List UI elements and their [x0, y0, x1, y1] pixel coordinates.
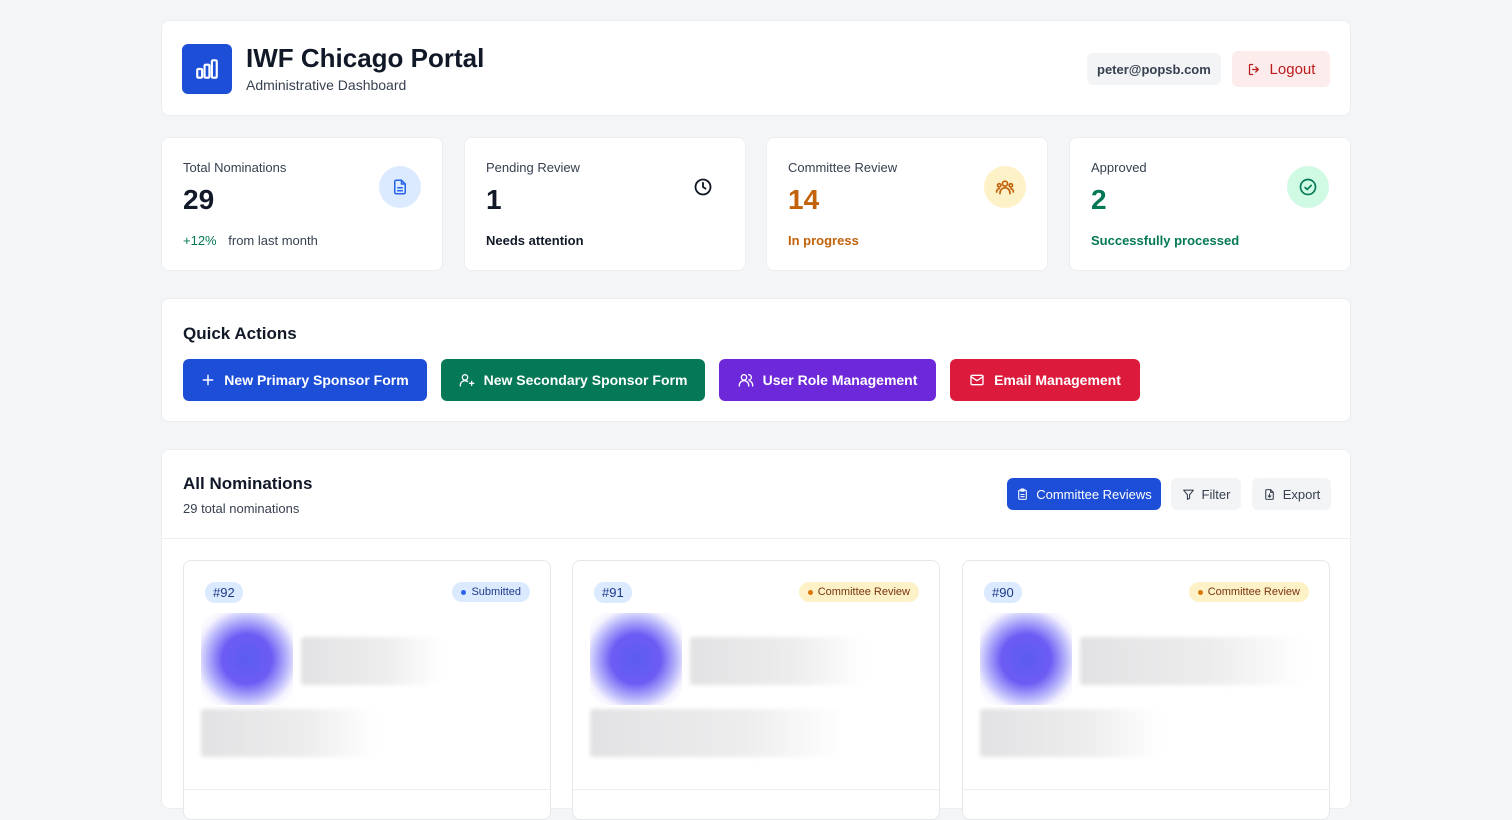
- stat-delta: +12%: [183, 233, 217, 248]
- stat-foot: Needs attention: [486, 233, 584, 248]
- avatar: [980, 613, 1072, 705]
- quick-actions-card: Quick Actions New Primary Sponsor Form N…: [161, 298, 1351, 422]
- divider: [573, 789, 939, 790]
- logout-button[interactable]: Logout: [1232, 51, 1330, 87]
- redacted-name: [1080, 637, 1305, 685]
- button-label: Email Management: [994, 372, 1121, 388]
- document-icon: [379, 166, 421, 208]
- status-label: Committee Review: [1207, 586, 1300, 598]
- stat-value: 14: [788, 184, 820, 215]
- app-subtitle: Administrative Dashboard: [246, 77, 407, 93]
- stat-foot: +12% from last month: [183, 233, 318, 248]
- users-group-icon: [984, 166, 1026, 208]
- button-label: New Primary Sponsor Form: [224, 372, 409, 388]
- committee-reviews-button[interactable]: Committee Reviews: [1007, 478, 1161, 510]
- redacted-details: [980, 709, 1160, 757]
- export-button[interactable]: Export: [1252, 478, 1331, 510]
- filter-icon: [1182, 489, 1194, 500]
- bar-chart-icon: [196, 59, 218, 79]
- logout-icon: [1248, 63, 1259, 75]
- status-dot: [1197, 589, 1203, 595]
- quick-actions-title: Quick Actions: [183, 324, 297, 343]
- status-label: Committee Review: [817, 586, 910, 598]
- button-label: New Secondary Sponsor Form: [483, 372, 688, 388]
- clock-icon: [682, 166, 724, 208]
- committee-reviews-label: Committee Reviews: [1036, 486, 1152, 502]
- nomination-card[interactable]: #92 Submitted: [183, 560, 551, 820]
- redacted-name: [690, 637, 865, 685]
- check-circle-icon: [1287, 166, 1329, 208]
- nominations-card: All Nominations 29 total nominations Com…: [161, 449, 1351, 820]
- logout-label: Logout: [1269, 60, 1316, 78]
- nominations-title: All Nominations: [183, 474, 313, 493]
- status-dot: [807, 589, 813, 595]
- filter-label: Filter: [1201, 486, 1231, 502]
- nomination-card[interactable]: #91 Committee Review: [572, 560, 940, 820]
- stat-value: 2: [1091, 184, 1107, 215]
- nomination-id: #90: [984, 582, 1022, 603]
- stat-card-total: Total Nominations 29 +12% from last mont…: [161, 137, 443, 271]
- stat-value: 29: [183, 184, 215, 215]
- header-card: IWF Chicago Portal Administrative Dashbo…: [161, 20, 1351, 116]
- user-email: peter@popsb.com: [1087, 53, 1221, 85]
- logo: [182, 44, 232, 94]
- stat-foot: Successfully processed: [1091, 233, 1240, 248]
- redacted-details: [201, 709, 376, 757]
- new-secondary-sponsor-form-button[interactable]: New Secondary Sponsor Form: [441, 359, 705, 401]
- status-badge: Committee Review: [1188, 582, 1309, 602]
- export-label: Export: [1282, 486, 1321, 502]
- user-plus-icon: [459, 374, 474, 387]
- avatar: [201, 613, 293, 705]
- button-label: User Role Management: [762, 372, 918, 388]
- email-management-button[interactable]: Email Management: [950, 359, 1140, 401]
- users-icon: [738, 374, 753, 387]
- stat-value: 1: [486, 184, 502, 215]
- redacted-details: [590, 709, 845, 757]
- redacted-name: [301, 637, 441, 685]
- stat-label: Approved: [1091, 160, 1147, 175]
- clipboard-icon: [1018, 488, 1028, 500]
- status-label: Submitted: [471, 586, 521, 598]
- status-badge: Submitted: [452, 582, 530, 602]
- divider: [963, 789, 1329, 790]
- avatar: [590, 613, 682, 705]
- nomination-card[interactable]: #90 Committee Review: [962, 560, 1330, 820]
- stat-card-pending: Pending Review 1 Needs attention: [464, 137, 746, 271]
- divider: [184, 789, 550, 790]
- divider: [162, 538, 1350, 539]
- mail-icon: [970, 374, 984, 386]
- filter-button[interactable]: Filter: [1171, 478, 1241, 510]
- stat-label: Total Nominations: [183, 160, 287, 175]
- nominations-count: 29 total nominations: [183, 501, 300, 516]
- plus-icon: [202, 374, 214, 386]
- stat-card-committee: Committee Review 14 In progress: [766, 137, 1048, 271]
- stat-label: Committee Review: [788, 160, 898, 175]
- new-primary-sponsor-form-button[interactable]: New Primary Sponsor Form: [183, 359, 427, 401]
- stat-foot-text: from last month: [228, 233, 318, 248]
- user-role-management-button[interactable]: User Role Management: [719, 359, 936, 401]
- stat-card-approved: Approved 2 Successfully processed: [1069, 137, 1351, 271]
- app-title: IWF Chicago Portal: [246, 43, 485, 73]
- stat-label: Pending Review: [486, 160, 580, 175]
- stat-foot: In progress: [788, 233, 859, 248]
- status-badge: Committee Review: [798, 582, 919, 602]
- nomination-id: #91: [594, 582, 632, 603]
- file-download-icon: [1264, 488, 1274, 500]
- status-dot: [461, 589, 467, 595]
- nomination-id: #92: [205, 582, 243, 603]
